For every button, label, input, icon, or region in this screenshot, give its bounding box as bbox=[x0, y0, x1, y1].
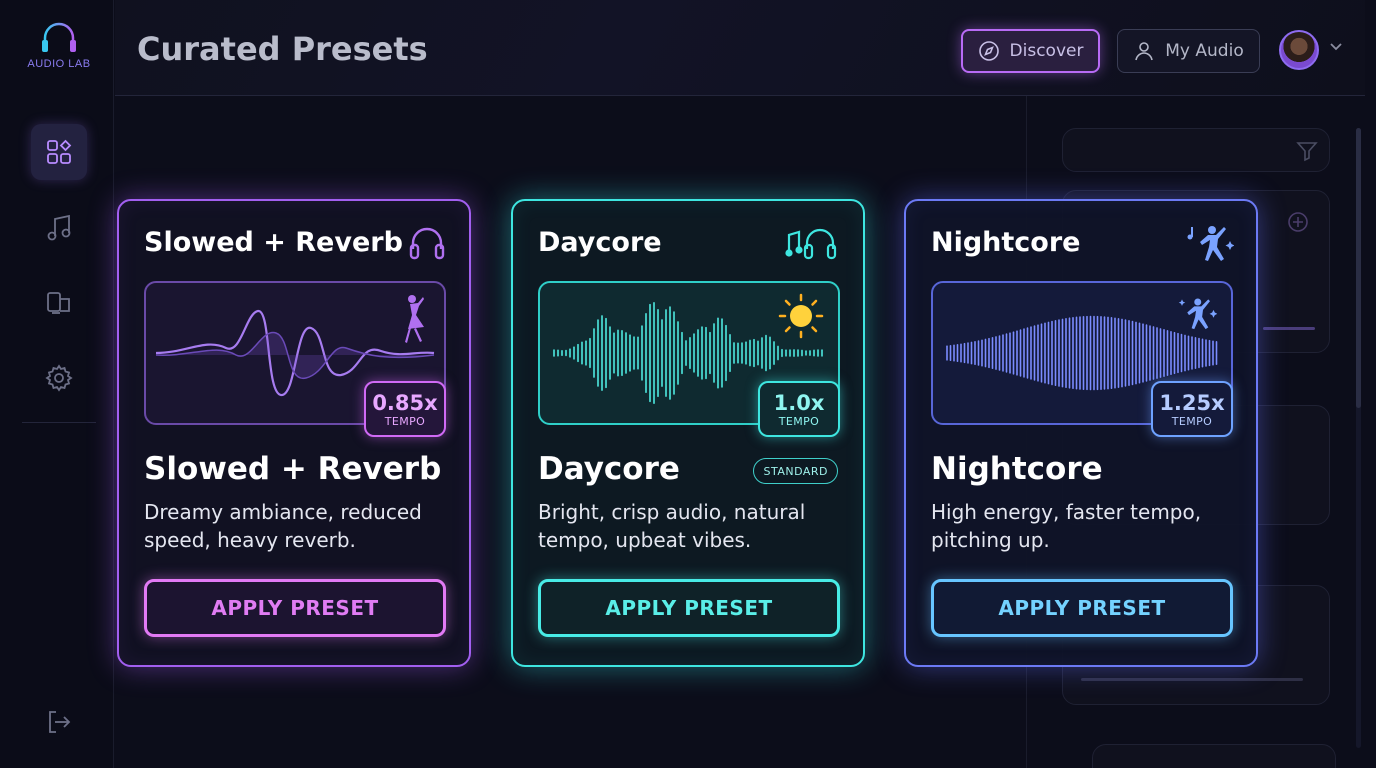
tempo-value: 0.85x bbox=[372, 390, 438, 415]
preset-card-slowed-reverb[interactable]: Slowed + Reverb 0.85x TEMPO Slowed + Rev… bbox=[117, 199, 471, 667]
card-description: Dreamy ambiance, reduced speed, heavy re… bbox=[144, 500, 422, 552]
preset-card-daycore[interactable]: Daycore 1.0x TEMPO Daycore STANDARD Brig… bbox=[511, 199, 865, 667]
card-header: Nightcore bbox=[931, 227, 1081, 258]
filter-icon bbox=[1296, 142, 1318, 162]
sun-icon bbox=[778, 293, 824, 339]
add-icon bbox=[1288, 212, 1308, 232]
waveform-panel: 1.0x TEMPO bbox=[538, 281, 840, 437]
standard-badge: STANDARD bbox=[753, 458, 838, 484]
apply-preset-button[interactable]: APPLY PRESET bbox=[931, 579, 1233, 637]
card-title: Slowed + Reverb bbox=[144, 451, 442, 487]
devices-icon bbox=[47, 292, 70, 314]
sidebar-item-devices[interactable] bbox=[31, 275, 87, 331]
sidebar: AUDIO LAB bbox=[0, 0, 114, 768]
apply-preset-button[interactable]: APPLY PRESET bbox=[144, 579, 446, 637]
headphones-logo-icon bbox=[42, 22, 76, 52]
tempo-label: TEMPO bbox=[1171, 414, 1213, 428]
tempo-badge: 1.0x TEMPO bbox=[758, 381, 840, 437]
logout-icon bbox=[49, 711, 71, 733]
tempo-value: 1.0x bbox=[773, 390, 825, 415]
tempo-badge: 0.85x TEMPO bbox=[364, 381, 446, 437]
dancing-person-icon bbox=[1178, 298, 1217, 330]
sidebar-item-dashboard[interactable] bbox=[31, 124, 87, 180]
page-title: Curated Presets bbox=[137, 30, 428, 68]
gear-icon bbox=[45, 364, 73, 392]
compass-icon bbox=[978, 41, 999, 61]
background-search-field bbox=[1062, 128, 1330, 172]
avatar[interactable] bbox=[1279, 30, 1319, 70]
dancing-person-icon bbox=[1187, 226, 1234, 261]
tempo-label: TEMPO bbox=[384, 414, 426, 428]
grid-icon bbox=[47, 139, 72, 164]
sidebar-divider bbox=[22, 422, 96, 423]
tempo-badge: 1.25x TEMPO bbox=[1151, 381, 1233, 437]
background-progress bbox=[1081, 678, 1303, 681]
chevron-down-icon[interactable] bbox=[1329, 42, 1343, 52]
card-header: Daycore bbox=[538, 227, 662, 258]
scrollbar-thumb[interactable] bbox=[1356, 128, 1361, 408]
discover-button[interactable]: Discover bbox=[961, 29, 1100, 73]
card-description: High energy, faster tempo, pitching up. bbox=[931, 500, 1202, 552]
user-icon bbox=[1135, 42, 1154, 61]
sidebar-item-logout[interactable] bbox=[31, 694, 87, 750]
preset-card-nightcore[interactable]: Nightcore 1.25x TEMPO Nightcore High ene… bbox=[904, 199, 1258, 667]
my-audio-button[interactable]: My Audio bbox=[1117, 29, 1260, 73]
sidebar-item-settings[interactable] bbox=[31, 350, 87, 406]
tempo-label: TEMPO bbox=[778, 414, 820, 428]
my-audio-label: My Audio bbox=[1165, 41, 1244, 61]
card-description: Bright, crisp audio, natural tempo, upbe… bbox=[538, 500, 806, 552]
sidebar-item-music[interactable] bbox=[31, 200, 87, 256]
music-headphones-icon bbox=[785, 228, 837, 260]
card-title: Daycore bbox=[538, 451, 680, 487]
dancer-icon bbox=[405, 295, 424, 343]
header: Curated Presets Discover My Audio bbox=[115, 0, 1365, 96]
waveform-panel: 0.85x TEMPO bbox=[144, 281, 446, 437]
background-card bbox=[1092, 744, 1336, 768]
waveform-panel: 1.25x TEMPO bbox=[931, 281, 1233, 437]
logo-text: AUDIO LAB bbox=[27, 58, 91, 70]
apply-preset-button[interactable]: APPLY PRESET bbox=[538, 579, 840, 637]
card-title: Nightcore bbox=[931, 451, 1103, 487]
background-progress bbox=[1263, 327, 1315, 330]
discover-label: Discover bbox=[1009, 41, 1084, 61]
card-header: Slowed + Reverb bbox=[144, 227, 403, 258]
headphones-icon bbox=[409, 227, 445, 260]
app-logo[interactable]: AUDIO LAB bbox=[0, 22, 118, 70]
tempo-value: 1.25x bbox=[1159, 390, 1225, 415]
music-note-icon bbox=[47, 214, 71, 241]
